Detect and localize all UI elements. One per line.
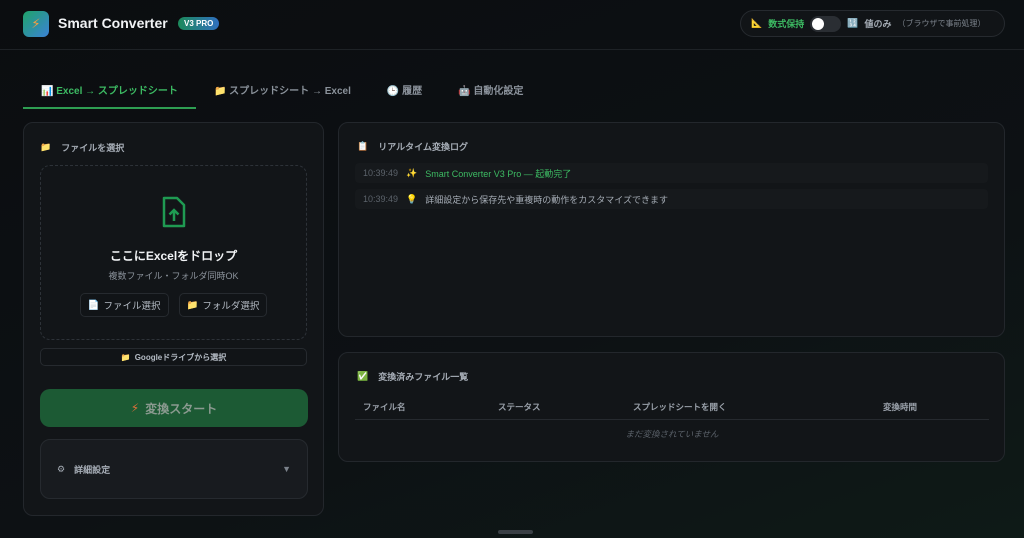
tab-label: 履歴	[402, 86, 423, 97]
button-label: ファイル選択	[103, 301, 161, 312]
log-text: 詳細設定から保存先や重複時の動作をカスタマイズできます	[425, 194, 668, 205]
button-label: Googleドライブから選択	[134, 352, 227, 362]
log-time: 10:39:49	[363, 194, 399, 204]
empty-message: まだ変換されていません	[625, 429, 719, 439]
converted-files-table: ファイル名 ステータス スプレッドシートを開く 変換時間 まだ変換されていません	[355, 395, 989, 448]
folder-icon: 📁	[186, 299, 199, 311]
mode-toggle-switch[interactable]	[810, 15, 842, 32]
folder-select-button[interactable]: 📁 フォルダ選択	[178, 293, 268, 317]
tab-bar: 📊 Excel → スプレッドシート 📁 スプレッドシート → Excel 🕒 …	[23, 78, 541, 109]
start-conversion-button[interactable]: ⚡ 変換スタート	[40, 389, 308, 427]
folder-icon: 📁	[120, 352, 131, 362]
tab-automation[interactable]: 🤖 自動化設定	[440, 78, 541, 109]
drop-title: ここにExcelをドロップ	[109, 249, 238, 263]
panel-title: 変換済みファイル一覧	[378, 372, 469, 382]
panel-header: 📁 ファイルを選択	[40, 141, 124, 154]
tab-label: 自動化設定	[473, 86, 524, 97]
panel-header: 📋 リアルタイム変換ログ	[357, 140, 1004, 153]
file-select-button[interactable]: 📄 ファイル選択	[79, 293, 169, 317]
advanced-settings-toggle[interactable]: ⚙ 詳細設定 ▼	[40, 439, 308, 499]
app-title: Smart Converter	[58, 15, 168, 31]
button-label: フォルダ選択	[202, 301, 260, 312]
values-mode-label: 値のみ	[864, 19, 892, 29]
sparkles-icon: ✨	[406, 167, 418, 178]
drop-subtitle: 複数ファイル・フォルダ同時OK	[108, 271, 239, 281]
checkbox-icon: ✅	[357, 371, 369, 381]
scroll-handle[interactable]	[498, 530, 533, 534]
converted-files-panel: ✅ 変換済みファイル一覧 ファイル名 ステータス スプレッドシートを開く 変換時間 まだ…	[338, 352, 1005, 462]
lightning-icon: ⚡	[31, 16, 41, 31]
formula-mode-label: 数式保持	[768, 19, 805, 29]
chevron-down-icon: ▼	[282, 464, 291, 474]
log-entry: 10:39:49 ✨ Smart Converter V3 Pro — 起動完了	[355, 163, 988, 183]
log-entry: 10:39:49 💡 詳細設定から保存先や重複時の動作をカスタマイズできます	[355, 189, 988, 209]
panel-title: ファイルを選択	[61, 143, 125, 153]
numbers-icon: 🔢	[847, 18, 859, 28]
column-header: スプレッドシートを開く	[625, 395, 875, 420]
drop-zone[interactable]: ここにExcelをドロップ 複数ファイル・フォルダ同時OK 📄 ファイル選択 📁 フ…	[40, 165, 307, 340]
folder-icon: 📁	[213, 86, 227, 97]
settings-label: 詳細設定	[74, 464, 111, 475]
log-text: Smart Converter V3 Pro — 起動完了	[425, 168, 572, 179]
panel-header: ✅ 変換済みファイル一覧	[357, 370, 1004, 383]
clock-icon: 🕒	[386, 86, 400, 97]
file-select-panel: 📁 ファイルを選択 ここにExcelをドロップ 複数ファイル・フォルダ同時OK 📄…	[23, 122, 324, 516]
button-label: 変換スタート	[145, 401, 218, 416]
tab-sheet-to-excel[interactable]: 📁 スプレッドシート → Excel	[196, 78, 369, 109]
clipboard-icon: 📋	[357, 141, 369, 151]
mode-toggle-group: 📐 数式保持 🔢 値のみ （ブラウザで事前処理）	[740, 10, 1005, 37]
tab-excel-to-sheet[interactable]: 📊 Excel → スプレッドシート	[23, 78, 196, 109]
gear-icon: ⚙	[57, 463, 66, 474]
tab-label: スプレッドシート → Excel	[229, 86, 351, 97]
column-header: ファイル名	[355, 395, 490, 420]
lightning-icon: ⚡	[130, 401, 140, 415]
app-logo: ⚡	[23, 11, 49, 37]
tab-label: Excel → スプレッドシート	[56, 86, 178, 97]
robot-icon: 🤖	[458, 86, 471, 97]
tab-history[interactable]: 🕒 履歴	[369, 78, 440, 109]
column-header: 変換時間	[875, 395, 989, 420]
log-time: 10:39:49	[363, 168, 399, 178]
google-drive-button[interactable]: 📁 Googleドライブから選択	[40, 348, 307, 366]
version-badge: V3 PRO	[178, 17, 220, 30]
panel-title: リアルタイム変換ログ	[378, 142, 468, 152]
chart-icon: 📊	[41, 86, 54, 97]
folder-icon: 📁	[40, 142, 52, 152]
log-panel: 📋 リアルタイム変換ログ 10:39:49 ✨ Smart Converter V3 …	[338, 122, 1005, 337]
file-upload-icon	[162, 196, 185, 228]
header: ⚡ Smart Converter V3 PRO 📐 数式保持 🔢 値のみ （ブ…	[0, 0, 1024, 50]
document-icon: 📄	[87, 299, 100, 311]
triangle-ruler-icon: 📐	[751, 18, 763, 28]
values-mode-note: （ブラウザで事前処理）	[897, 19, 986, 28]
column-header: ステータス	[490, 395, 625, 420]
lightbulb-icon: 💡	[406, 193, 418, 204]
